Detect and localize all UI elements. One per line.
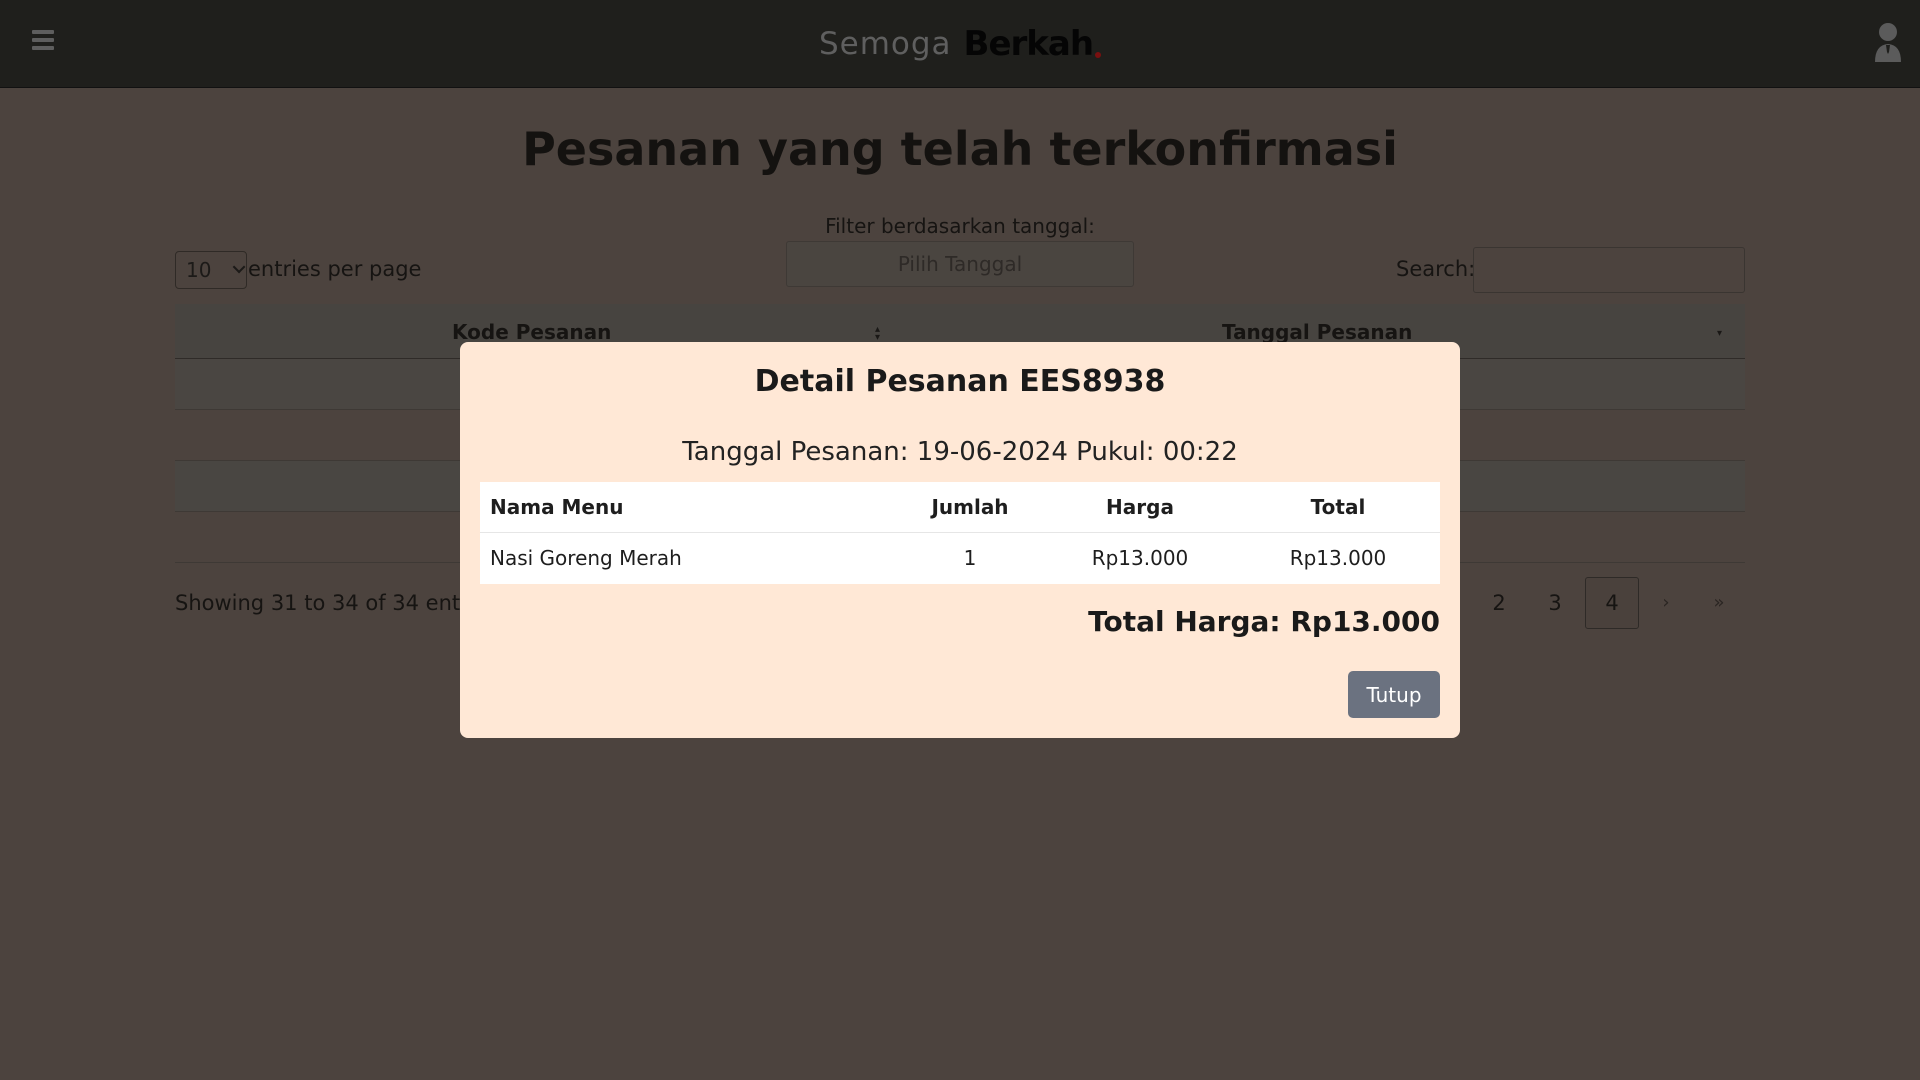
- close-button[interactable]: Tutup: [1348, 671, 1440, 718]
- column-header-harga: Harga: [1106, 495, 1174, 519]
- brand-logo: Semoga Berkah: [0, 0, 1920, 88]
- entries-per-page-label: entries per page: [248, 257, 422, 281]
- column-header-tanggal-pesanan[interactable]: Tanggal Pesanan: [1222, 320, 1412, 344]
- date-filter-label: Filter berdasarkan tanggal:: [825, 214, 1095, 238]
- column-header-total: Total: [1310, 495, 1366, 519]
- grand-total: Total Harga: Rp13.000: [1088, 605, 1440, 638]
- sort-desc-icon[interactable]: ▾: [1717, 329, 1722, 339]
- page-button-2[interactable]: 2: [1472, 577, 1526, 629]
- column-header-kode-pesanan[interactable]: Kode Pesanan: [452, 320, 611, 344]
- search-label: Search:: [1396, 257, 1476, 281]
- hamburger-menu-icon[interactable]: [32, 30, 54, 54]
- user-profile-icon[interactable]: [1873, 22, 1903, 64]
- modal-title: Detail Pesanan EES8938: [754, 364, 1166, 399]
- chevron-down-icon: [232, 260, 246, 274]
- order-date-time: Tanggal Pesanan: 19-06-2024 Pukul: 00:22: [682, 437, 1238, 467]
- item-total: Rp13.000: [1289, 546, 1387, 570]
- item-price: Rp13.000: [1091, 546, 1189, 570]
- item-name: Nasi Goreng Merah: [490, 546, 682, 570]
- next-page-button[interactable]: ›: [1639, 577, 1693, 629]
- order-item-row: Nasi Goreng Merah 1 Rp13.000 Rp13.000: [480, 533, 1440, 584]
- entries-select-value: 10: [186, 258, 212, 282]
- column-header-nama-menu: Nama Menu: [490, 495, 624, 519]
- page-title: Pesanan yang telah terkonfirmasi: [522, 122, 1398, 176]
- entries-per-page-select[interactable]: 10: [175, 251, 247, 289]
- order-detail-modal: Detail Pesanan EES8938 Tanggal Pesanan: …: [460, 342, 1460, 738]
- showing-entries-info: Showing 31 to 34 of 34 entrie: [175, 591, 488, 615]
- page-button-3[interactable]: 3: [1528, 577, 1582, 629]
- search-input[interactable]: [1473, 247, 1745, 293]
- order-items-header: Nama Menu Jumlah Harga Total: [480, 482, 1440, 533]
- order-items-table: Nama Menu Jumlah Harga Total Nasi Goreng…: [480, 482, 1440, 584]
- top-navbar: Semoga Berkah: [0, 0, 1920, 88]
- date-picker-input[interactable]: Pilih Tanggal: [786, 241, 1134, 287]
- page-button-4[interactable]: 4: [1585, 577, 1639, 629]
- sort-icon[interactable]: ▴ ▾: [875, 325, 880, 343]
- last-page-button[interactable]: »: [1692, 577, 1746, 629]
- brand-light-text: Semoga: [818, 26, 952, 62]
- brand-bold-text: Berkah: [963, 24, 1095, 64]
- brand-dot: [1095, 52, 1102, 58]
